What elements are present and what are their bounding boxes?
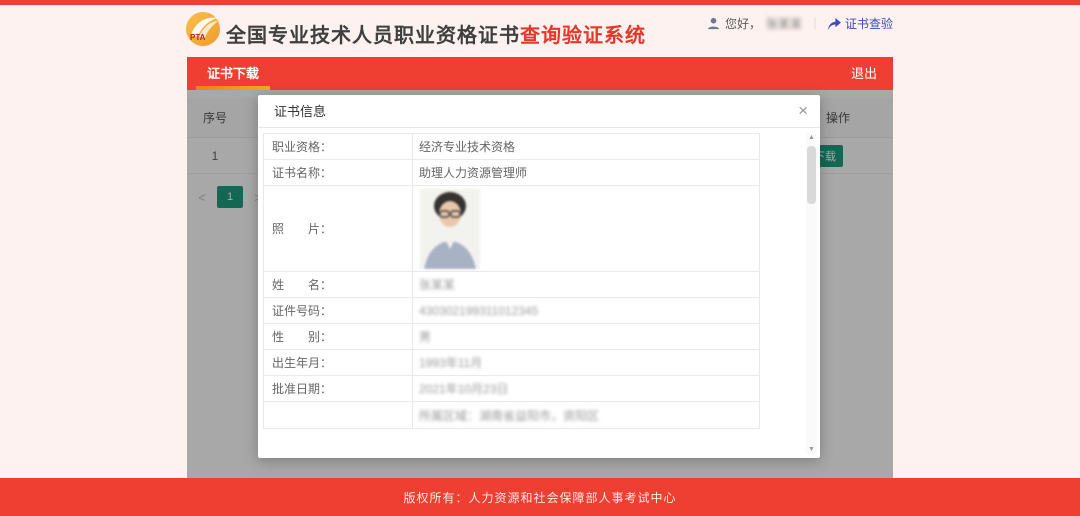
copyright-text: 版权所有：人力资源和社会保障部人事考试中心 [403,489,676,506]
info-label: 姓 名： [264,272,413,297]
share-arrow-icon [828,18,841,30]
scroll-down-icon[interactable]: ▼ [806,446,817,453]
top-red-strip [0,0,1080,5]
info-value-masked: 张某某 [413,272,759,297]
info-row-id-number: 证件号码： 430302199311012345 [264,298,759,324]
id-photo [420,189,480,269]
info-row-approval-date: 批准日期： 2021年10月23日 [264,376,759,402]
logout-button[interactable]: 退出 [835,57,893,90]
info-label: 证书名称： [264,160,413,185]
tab-certificate-download[interactable]: 证书下载 [193,57,273,90]
info-row-birth-date: 出生年月： 1993年11月 [264,350,759,376]
info-value-photo [413,186,759,271]
tab-label: 证书下载 [207,66,259,81]
modal-title: 证书信息 [274,104,326,119]
info-label: 证件号码： [264,298,413,323]
info-label: 职业资格： [264,134,413,159]
title-main: 全国专业技术人员职业资格证书 [226,25,520,47]
certificate-info-modal: 证书信息 × 职业资格： 经济专业技术资格 证书名称： 助理人力资源管理师 照 … [258,95,820,458]
modal-scrollbar[interactable]: ▲ ▼ [806,133,817,454]
info-label: 照 片： [264,186,413,271]
certificate-verify-link[interactable]: 证书查验 [828,15,893,32]
svg-text:PTA: PTA [190,33,206,42]
separator: ｜ [809,15,821,32]
info-label: 性 别： [264,324,413,349]
modal-body: 职业资格： 经济专业技术资格 证书名称： 助理人力资源管理师 照 片： [258,128,820,458]
modal-header: 证书信息 × [258,95,820,128]
info-value: 助理人力资源管理师 [413,160,759,185]
info-row-name: 姓 名： 张某某 [264,272,759,298]
close-icon[interactable]: × [798,95,808,128]
scroll-up-icon[interactable]: ▲ [806,134,817,141]
verify-link-label: 证书查验 [845,15,893,32]
info-label: 批准日期： [264,376,413,401]
info-value-masked: 430302199311012345 [413,298,759,323]
username-masked: 张某某 [766,15,802,32]
info-label: 出生年月： [264,350,413,375]
info-value: 经济专业技术资格 [413,134,759,159]
greeting-text: 您好， [725,15,761,32]
info-label [264,402,413,428]
page: PTA 全国专业技术人员职业资格证书查询验证系统 您好， 张某某 ｜ 证书查验 … [0,0,1080,516]
title-accent: 查询验证系统 [520,25,646,47]
info-value-masked: 2021年10月23日 [413,376,759,401]
scrollbar-thumb[interactable] [807,146,816,204]
info-value-masked: 男 [413,324,759,349]
info-row-qualification: 职业资格： 经济专业技术资格 [264,134,759,160]
info-value-masked: 1993年11月 [413,350,759,375]
info-row-certificate-name: 证书名称： 助理人力资源管理师 [264,160,759,186]
info-row-region: 所属区域：湖南省益阳市，资阳区 [264,402,759,428]
info-value-masked: 所属区域：湖南省益阳市，资阳区 [413,402,759,428]
page-title: 全国专业技术人员职业资格证书查询验证系统 [226,19,646,48]
pta-logo: PTA [185,11,221,47]
footer: 版权所有：人力资源和社会保障部人事考试中心 [0,478,1080,516]
info-row-gender: 性 别： 男 [264,324,759,350]
user-info-bar: 您好， 张某某 ｜ 证书查验 [707,15,893,32]
user-icon [707,17,720,30]
main-nav: 证书下载 退出 [187,57,893,90]
info-row-photo: 照 片： [264,186,759,272]
certificate-info-table: 职业资格： 经济专业技术资格 证书名称： 助理人力资源管理师 照 片： [263,133,760,429]
